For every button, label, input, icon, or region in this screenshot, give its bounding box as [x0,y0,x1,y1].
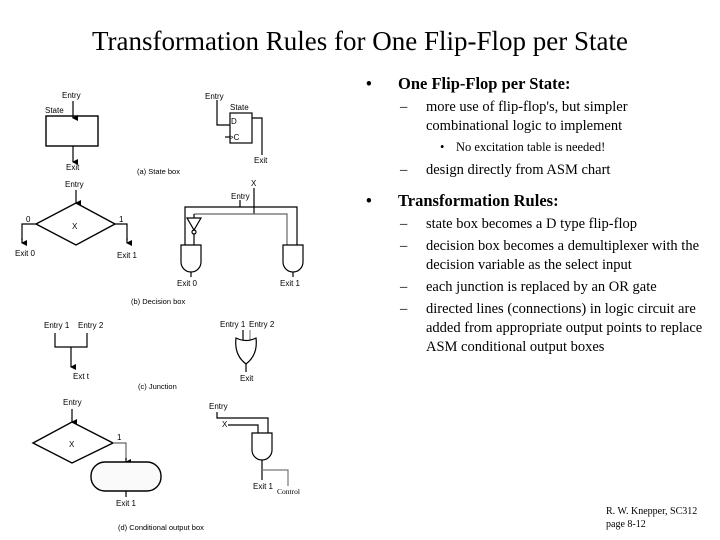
label-exit: Exit [240,374,254,383]
dash-marker: – [400,301,408,317]
label-entry-2: Entry 2 [78,321,104,330]
label-exit-0: Exit 0 [177,279,198,288]
sub-bullet: – more use of flip-flop's, but simpler c… [362,98,712,136]
label-variable-x: X [69,440,75,449]
asm-junction [54,333,88,370]
label-entry: Entry [205,92,224,101]
label-state: State [45,106,64,115]
asm-decision-box [21,190,132,246]
label-entry-1: Entry 1 [44,321,70,330]
label-branch-1: 1 [119,215,124,224]
dash-marker: – [400,238,408,254]
sub-bullet-text: more use of flip-flop's, but simpler com… [426,99,628,134]
label-select-x: X [251,179,257,188]
label-exit-1: Exit 1 [280,279,301,288]
sub-bullet: – decision box becomes a demultiplexer w… [362,237,712,275]
label-entry-2: Entry 2 [249,320,275,329]
footer-page-number: page 8-12 [606,519,646,530]
square-marker: • [440,140,445,154]
label-d-input: D [231,117,237,126]
sub-bullet-text: decision box becomes a demultiplexer wit… [426,238,700,273]
sub-bullet-text: directed lines (connections) in logic ci… [426,301,703,355]
bullet-one-flip-flop: • One Flip-Flop per State: [362,74,712,94]
dash-marker: – [400,162,408,178]
label-entry: Entry [209,402,228,411]
label-variable-x: X [72,222,78,231]
label-branch-1: 1 [117,433,122,442]
label-exit: Ext t [73,372,90,381]
sub-bullet-text: each junction is replaced by an OR gate [426,279,657,295]
asm-transformation-figure: Entry State Exit Entry State D >C Exit (… [15,91,304,532]
bullet-text: One Flip-Flop per State: [398,74,571,93]
sub-bullet: – each junction is replaced by an OR gat… [362,278,712,297]
bullet-marker: • [366,74,372,93]
label-exit: Exit [254,156,268,165]
sub-bullet: – state box becomes a D type flip-flop [362,215,712,234]
asm-conditional-output [31,409,162,497]
bullet-marker: • [366,191,372,210]
bullet-transformation-rules: • Transformation Rules: [362,191,712,211]
label-exit-1: Exit 1 [253,482,274,491]
dash-marker: – [400,99,408,115]
label-entry: Entry [65,180,84,189]
caption-state-box: (a) State box [137,167,180,176]
dash-marker: – [400,216,408,232]
label-x: X [222,420,228,429]
sub-bullet: – directed lines (connections) in logic … [362,300,712,357]
sub-bullet: – design directly from ASM chart [362,161,712,180]
label-exit-0: Exit 0 [15,249,36,258]
label-state: State [230,103,249,112]
sub-bullet-text: design directly from ASM chart [426,162,611,178]
label-clock-input: >C [229,133,240,142]
label-entry-1: Entry 1 [220,320,246,329]
label-entry: Entry [231,192,250,201]
conditional-output-circuit [216,412,289,486]
label-exit: Exit [66,163,80,172]
dash-marker: – [400,279,408,295]
label-control: Control [277,487,300,496]
label-entry: Entry [63,398,82,407]
label-exit-1: Exit 1 [116,499,137,508]
bullet-text: Transformation Rules: [398,191,559,210]
sub-sub-bullet: • No excitation table is needed! [362,139,712,155]
sub-bullet-text: state box becomes a D type flip-flop [426,216,637,232]
caption-conditional-output-box: (d) Conditional output box [118,523,204,532]
or-gate [235,330,257,372]
sub-sub-bullet-text: No excitation table is needed! [456,140,606,154]
caption-decision-box: (b) Decision box [131,297,185,306]
label-branch-0: 0 [26,215,31,224]
bullet-list: • One Flip-Flop per State: – more use of… [362,74,712,360]
label-entry: Entry [62,91,81,100]
demux-circuit [180,188,304,277]
footer-author: R. W. Knepper, SC312 [606,506,698,517]
caption-junction: (c) Junction [138,382,177,391]
slide-footer: R. W. Knepper, SC312 page 8-12 [606,505,697,531]
label-exit-1: Exit 1 [117,251,138,260]
